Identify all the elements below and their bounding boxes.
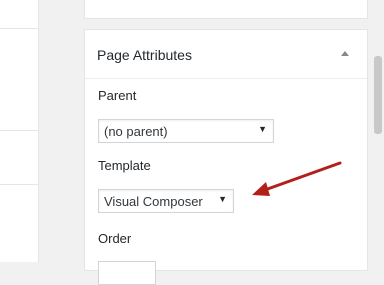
arrow-head: [252, 182, 270, 196]
scrollbar[interactable]: [372, 0, 384, 262]
arrow-shaft: [260, 161, 342, 193]
scrollbar-thumb[interactable]: [374, 56, 382, 134]
red-arrow-annotation: [252, 161, 342, 196]
order-input[interactable]: [98, 261, 156, 285]
